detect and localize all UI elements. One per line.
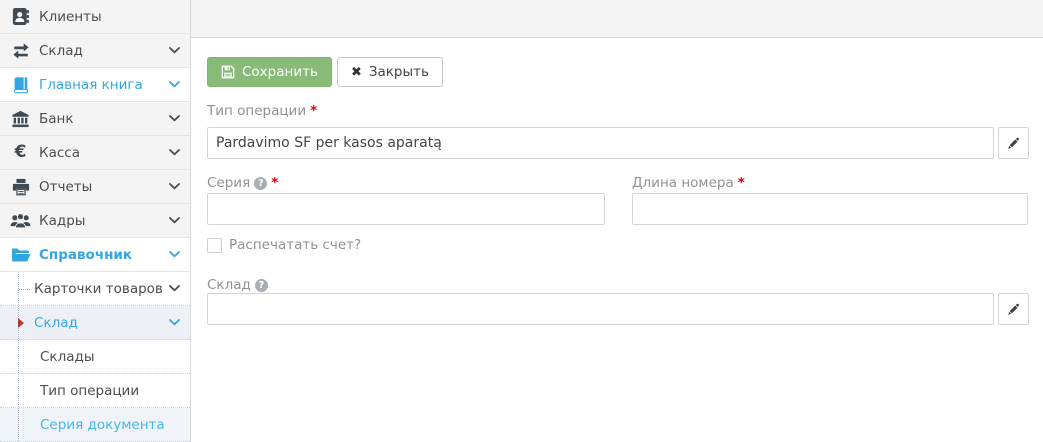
chevron-down-icon <box>169 149 180 156</box>
pencil-icon <box>1007 137 1020 150</box>
close-x-icon: ✖ <box>351 65 362 80</box>
help-icon[interactable]: ? <box>255 279 268 292</box>
sidebar-item-label: Склад <box>39 43 83 59</box>
sidebar-item-hr[interactable]: Кадры <box>0 204 190 238</box>
sidebar: Клиенты Склад Главная книга Банк € Касса <box>0 0 191 442</box>
operation-type-input[interactable] <box>207 127 994 159</box>
sidebar-item-warehouse[interactable]: Склад <box>0 34 190 68</box>
sidebar-item-reports[interactable]: Отчеты <box>0 170 190 204</box>
operation-type-edit-button[interactable] <box>998 127 1029 159</box>
sidebar-item-cash[interactable]: € Касса <box>0 136 190 170</box>
bank-icon <box>9 110 32 128</box>
help-icon[interactable]: ? <box>254 177 267 190</box>
folder-open-icon <box>9 247 32 263</box>
print-invoice-checkbox[interactable] <box>207 238 222 253</box>
chevron-down-icon <box>169 319 180 326</box>
sidebar-item-clients[interactable]: Клиенты <box>0 0 190 34</box>
sidebar-item-general-ledger[interactable]: Главная книга <box>0 68 190 102</box>
close-button-label: Закрыть <box>369 64 429 80</box>
sidebar-item-label: Склады <box>40 349 94 365</box>
sidebar-item-directory[interactable]: Справочник <box>0 238 190 272</box>
sidebar-item-label: Серия документа <box>40 417 165 433</box>
required-asterisk: * <box>310 103 317 119</box>
transfer-arrows-icon <box>9 42 32 60</box>
active-submenu-marker-icon <box>18 318 24 328</box>
sidebar-item-label: Тип операции <box>40 383 139 399</box>
chevron-down-icon <box>169 81 180 88</box>
sidebar-item-label: Касса <box>39 145 80 161</box>
series-label: Серия ?* <box>207 175 278 191</box>
euro-icon: € <box>9 144 32 161</box>
chevron-down-icon <box>169 47 180 54</box>
save-button-label: Сохранить <box>242 64 318 80</box>
sidebar-item-bank[interactable]: Банк <box>0 102 190 136</box>
chevron-down-icon <box>169 183 180 190</box>
number-length-input[interactable] <box>632 193 1028 225</box>
series-input[interactable] <box>207 193 605 225</box>
required-asterisk: * <box>271 175 278 191</box>
warehouse-edit-button[interactable] <box>998 293 1029 325</box>
sidebar-item-product-cards[interactable]: Карточки товаров <box>0 272 190 306</box>
required-asterisk: * <box>738 175 745 191</box>
printer-icon <box>9 178 32 196</box>
users-icon <box>9 212 32 229</box>
save-floppy-icon <box>221 65 235 79</box>
sidebar-item-operation-type[interactable]: Тип операции <box>0 374 190 408</box>
close-button[interactable]: ✖ Закрыть <box>337 57 443 87</box>
chevron-down-icon <box>169 285 180 292</box>
print-invoice-label: Распечатать счет? <box>229 237 361 253</box>
chevron-down-icon <box>169 251 180 258</box>
number-length-label: Длина номера* <box>632 175 745 191</box>
book-icon <box>9 76 32 94</box>
toolbar: Сохранить ✖ Закрыть <box>207 57 443 87</box>
sidebar-item-document-series[interactable]: Серия документа <box>0 408 190 442</box>
sidebar-item-warehouse-sub[interactable]: Склад <box>0 306 190 340</box>
warehouse-input[interactable] <box>207 293 994 325</box>
warehouse-label: Склад ? <box>207 277 268 293</box>
sidebar-item-label: Склад <box>34 315 78 331</box>
sidebar-item-label: Справочник <box>39 247 132 263</box>
pencil-icon <box>1007 303 1020 316</box>
contacts-icon <box>9 7 32 26</box>
sidebar-item-label: Карточки товаров <box>34 281 163 297</box>
save-button[interactable]: Сохранить <box>207 57 332 87</box>
page-header-strip <box>191 0 1043 38</box>
chevron-down-icon <box>169 217 180 224</box>
sidebar-item-label: Кадры <box>39 213 85 229</box>
sidebar-item-warehouses[interactable]: Склады <box>0 340 190 374</box>
sidebar-item-label: Отчеты <box>39 179 92 195</box>
print-invoice-row: Распечатать счет? <box>207 237 361 253</box>
operation-type-label: Тип операции* <box>207 103 317 119</box>
sidebar-item-label: Банк <box>39 111 74 127</box>
main-content: Сохранить ✖ Закрыть Тип операции* Серия … <box>191 0 1043 442</box>
sidebar-item-label: Клиенты <box>39 9 102 25</box>
chevron-down-icon <box>169 115 180 122</box>
sidebar-item-label: Главная книга <box>39 77 143 93</box>
